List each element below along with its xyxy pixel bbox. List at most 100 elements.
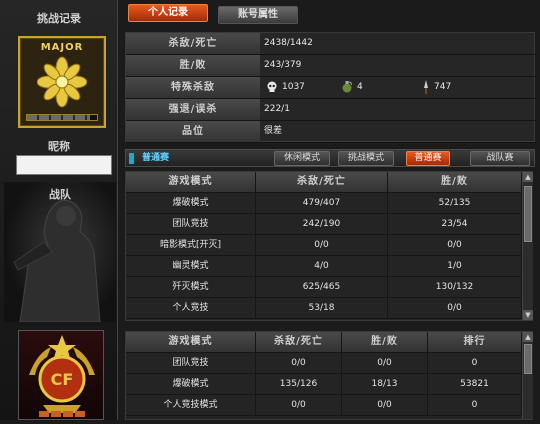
rating-value: 很差 [264,126,283,136]
table-row: 个人竞技模式 0/0 0/0 0 [126,395,522,416]
table-cell: 18/13 [342,374,428,394]
escape-value: 222/1 [264,104,290,114]
mode-stats-table: 游戏模式 杀敌/死亡 胜/败 爆破模式 479/407 52/135 团队竞技 242/… [125,171,533,321]
clan-emblem-icon: CF [29,335,95,417]
table-cell: 0/0 [342,395,428,415]
rank-badge: MAJOR [18,36,106,128]
rank-table-scrollbar[interactable]: ▲ [522,332,533,419]
table-cell: 团队竞技 [126,214,256,234]
table-cell: 625/465 [256,277,388,297]
table-cell: 1/0 [388,256,522,276]
mode-button-challenge[interactable]: 挑战模式 [338,151,394,166]
table-cell: 个人竞技模式 [126,395,256,415]
header-kd: 杀敌/死亡 [256,172,388,192]
table-cell: 0/0 [256,353,342,373]
table-cell: 479/407 [256,193,388,213]
wl-label: 胜/败 [126,55,260,76]
skull-icon [267,81,277,92]
svg-text:CF: CF [51,370,74,389]
rank-label: MAJOR [40,42,84,53]
scroll-up-icon[interactable]: ▲ [523,172,533,182]
tab-personal-record[interactable]: 个人记录 [128,4,208,22]
table-cell: 0/0 [256,235,388,255]
table-cell: 0/0 [388,298,522,318]
table-row: 爆破模式 479/407 52/135 [126,193,522,214]
mode-button-casual[interactable]: 休闲模式 [274,151,330,166]
scroll-thumb[interactable] [524,186,532,242]
table-cell: 242/190 [256,214,388,234]
mode-indicator-icon [129,153,134,164]
mode-table-scrollbar[interactable]: ▲ ▼ [522,172,533,320]
header-wl: 胜/败 [388,172,522,192]
headshot-kills: 1037 [266,77,305,98]
mode-button-clan[interactable]: 战队赛 [470,151,530,166]
clan-label: 战队 [49,188,71,201]
table-cell: 0 [428,395,522,415]
tab-account-attributes[interactable]: 账号属性 [218,6,298,24]
header-mode: 游戏模式 [126,332,256,352]
table-cell: 130/132 [388,277,522,297]
table-row: 个人竞技 53/18 0/0 [126,298,522,319]
knife-kills: 747 [422,77,451,98]
sidebar-title: 挑战记录 [37,12,81,25]
header-mode: 游戏模式 [126,172,256,192]
ranking-table: 游戏模式 杀敌/死亡 胜/败 排行 团队竞技 0/0 0/0 0 爆破模式 135/126… [125,331,533,420]
table-cell: 23/54 [388,214,522,234]
table-cell: 53821 [428,374,522,394]
table-cell: 幽灵模式 [126,256,256,276]
kd-value: 2438/1442 [264,38,313,48]
table-cell: 个人竞技 [126,298,256,318]
table-cell: 53/18 [256,298,388,318]
table-row: 团队竞技 0/0 0/0 0 [126,353,522,374]
stats-summary: 杀敌/死亡 2438/1442 胜/败 243/379 特殊杀敌 1037 4 … [125,32,536,143]
table-cell: 52/135 [388,193,522,213]
rank-progress-bar [26,114,98,121]
grenade-kills: 4 [341,77,363,98]
table-cell: 暗影模式[开灭] [126,235,256,255]
table-row: 团队竞技 242/190 23/54 [126,214,522,235]
table-cell: 4/0 [256,256,388,276]
current-mode-label: 普通赛 [142,153,170,163]
headshot-count: 1037 [282,82,305,92]
table-row: 暗影模式[开灭] 0/0 0/0 [126,235,522,256]
kd-label: 杀敌/死亡 [126,33,260,54]
table-cell: 爆破模式 [126,193,256,213]
header-rank: 排行 [428,332,522,352]
table-row: 歼灭模式 625/465 130/132 [126,277,522,298]
summary-row-rating: 品位 很差 [126,121,536,143]
grenade-icon [342,81,352,93]
knife-count: 747 [434,82,452,92]
scroll-up-icon[interactable]: ▲ [523,332,533,342]
table-cell: 0/0 [342,353,428,373]
scroll-down-icon[interactable]: ▼ [523,310,533,320]
summary-row-escape: 强退/误杀 222/1 [126,99,536,121]
header-kd: 杀敌/死亡 [256,332,342,352]
special-kills-label: 特殊杀敌 [126,77,260,98]
mode-button-normal[interactable]: 普通赛 [406,151,450,166]
soldier-image: 战队 [4,182,116,322]
escape-label: 强退/误杀 [126,99,260,120]
clan-emblem: CF [18,330,104,420]
header-wl: 胜/败 [342,332,428,352]
rating-label: 品位 [126,121,260,142]
summary-row-wl: 胜/败 243/379 [126,55,536,77]
table-cell: 爆破模式 [126,374,256,394]
table-cell: 0/0 [388,235,522,255]
rank-star-icon [37,56,87,108]
table-cell: 0 [428,353,522,373]
table-cell: 团队竞技 [126,353,256,373]
scroll-thumb[interactable] [524,344,532,374]
knife-icon [424,79,428,94]
table-header: 游戏模式 杀敌/死亡 胜/败 [126,172,522,193]
table-cell: 歼灭模式 [126,277,256,297]
summary-row-kd: 杀敌/死亡 2438/1442 [126,33,536,55]
nickname-label: 昵称 [48,140,70,153]
profile-sidebar: 挑战记录 MAJOR 昵称 战队 CF [0,0,118,420]
wl-value: 243/379 [264,60,302,70]
nickname-field [16,155,112,175]
grenade-count: 4 [357,82,363,92]
table-header: 游戏模式 杀敌/死亡 胜/败 排行 [126,332,522,353]
table-row: 爆破模式 135/126 18/13 53821 [126,374,522,395]
table-cell: 0/0 [256,395,342,415]
summary-row-special: 特殊杀敌 1037 4 747 [126,77,536,99]
